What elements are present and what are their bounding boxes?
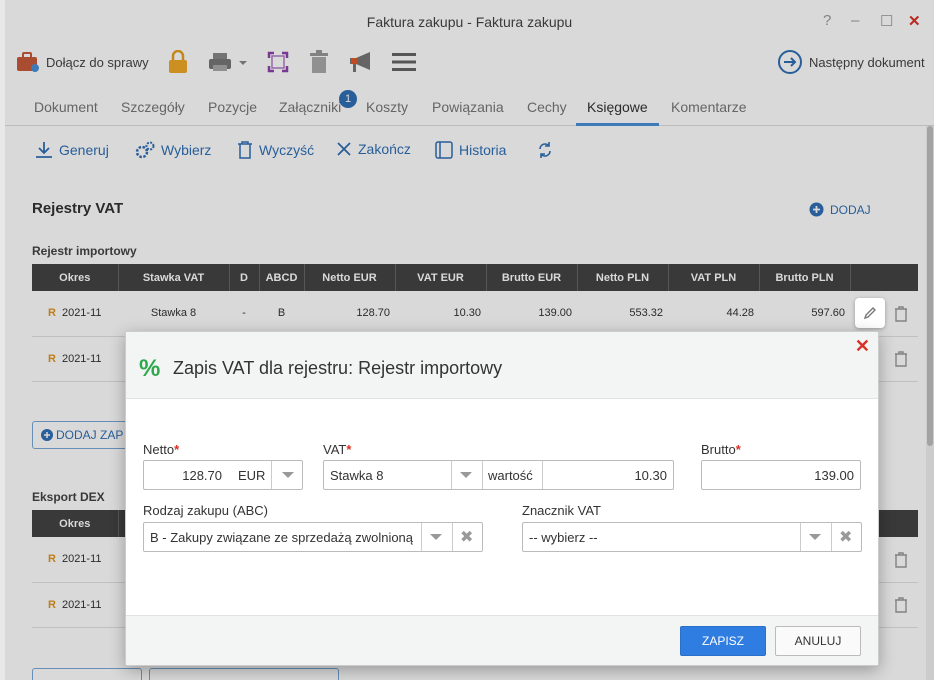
vat-marker-value: -- wybierz --	[529, 530, 598, 545]
required-icon: *	[346, 442, 352, 457]
vat-marker-label: Znacznik VAT	[522, 503, 601, 518]
purchase-type-value: B - Zakupy związane ze sprzedażą zwolnio…	[150, 530, 414, 545]
dialog-close-icon[interactable]: ✕	[855, 336, 870, 357]
vat-label: VAT*	[323, 442, 352, 457]
vat-amount-label: wartość	[488, 468, 533, 483]
currency-value: EUR	[238, 468, 266, 483]
pencil-icon	[863, 307, 876, 320]
save-button[interactable]: ZAPISZ	[680, 626, 766, 656]
gross-value: 139.00	[814, 468, 854, 483]
percent-icon: %	[139, 355, 161, 382]
net-label: Netto*	[143, 442, 180, 457]
chevron-down-icon[interactable]	[430, 534, 442, 540]
required-icon: *	[735, 442, 741, 457]
purchase-type-label: Rodzaj zakupu (ABC)	[143, 503, 268, 518]
cancel-button[interactable]: ANULUJ	[775, 626, 861, 656]
required-icon: *	[174, 442, 180, 457]
dialog-footer: ZAPISZ ANULUJ	[126, 615, 878, 665]
vat-amount-value[interactable]: 10.30	[634, 468, 667, 483]
vat-entry-dialog: % Zapis VAT dla rejestru: Rejestr import…	[125, 331, 879, 666]
clear-icon[interactable]: ✖	[460, 527, 473, 547]
chevron-down-icon[interactable]	[809, 534, 821, 540]
vat-rate-field[interactable]: Stawka 8 wartość 10.30	[323, 460, 674, 490]
net-field[interactable]: 128.70 EUR	[143, 460, 303, 490]
chevron-down-icon[interactable]	[282, 472, 294, 478]
clear-icon[interactable]: ✖	[839, 527, 852, 547]
gross-label: Brutto*	[701, 442, 741, 457]
scrollbar-thumb[interactable]	[927, 126, 933, 446]
net-value: 128.70	[182, 468, 222, 483]
dialog-header: % Zapis VAT dla rejestru: Rejestr import…	[126, 332, 878, 399]
purchase-type-select[interactable]: B - Zakupy związane ze sprzedażą zwolnio…	[143, 522, 483, 552]
dialog-title: Zapis VAT dla rejestru: Rejestr importow…	[173, 358, 503, 378]
row-edit-button[interactable]	[855, 298, 885, 328]
vat-marker-select[interactable]: -- wybierz -- ✖	[522, 522, 862, 552]
chevron-down-icon[interactable]	[460, 472, 472, 478]
gross-field[interactable]: 139.00	[701, 460, 861, 490]
vat-rate-value: Stawka 8	[330, 468, 384, 483]
